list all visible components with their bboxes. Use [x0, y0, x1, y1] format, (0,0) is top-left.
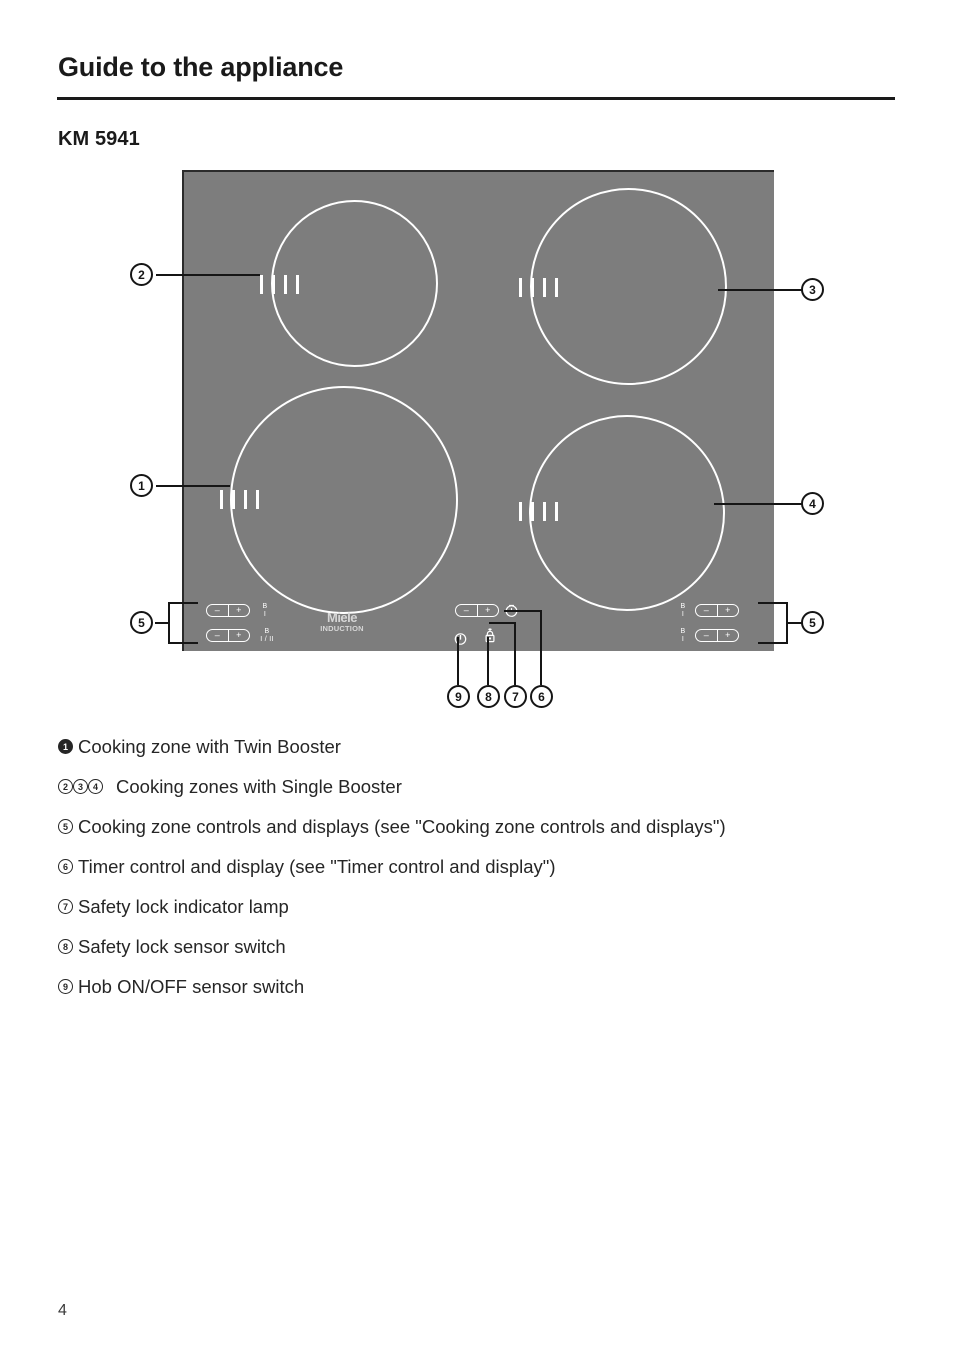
leader-line-4 — [714, 503, 802, 505]
leader-line-6-h — [504, 610, 542, 612]
right-zone-upper-plus[interactable]: + — [716, 605, 739, 616]
legend-mark-4: 4 — [88, 779, 103, 794]
legend-item-9: 9 Hob ON/OFF sensor switch — [58, 975, 918, 1015]
legend-marks-8: 8 — [58, 935, 73, 954]
legend-item-6: 6 Timer control and display (see "Timer … — [58, 855, 918, 895]
hob-surface: – + B I – + B I / II Miele INDUCTION – + — [182, 170, 774, 651]
leader-line-5-right — [786, 622, 802, 624]
legend-mark-1: 1 — [58, 739, 73, 754]
legend-marks-2: 2 3 4 — [58, 775, 103, 794]
leader-line-7-h — [489, 622, 516, 624]
callout-5-left: 5 — [130, 611, 153, 634]
legend-mark-8: 8 — [58, 939, 73, 954]
timer-plus[interactable]: + — [476, 605, 499, 616]
cooking-zone-top-right — [530, 188, 727, 385]
left-zone-lower-plus[interactable]: + — [227, 630, 250, 641]
timer-minus[interactable]: – — [456, 605, 477, 616]
bracket-right-zone-controls — [758, 602, 788, 644]
legend-marks-9: 9 — [58, 975, 73, 994]
leader-line-6-v — [540, 610, 542, 685]
legend-item-7: 7 Safety lock indicator lamp — [58, 895, 918, 935]
leader-line-9 — [457, 637, 459, 685]
leader-line-8 — [487, 637, 489, 685]
legend-mark-2: 2 — [58, 779, 73, 794]
legend-text-5: Cooking zone controls and displays (see … — [78, 816, 726, 837]
safety-lock-icon[interactable] — [483, 627, 497, 650]
right-zone-lower-minus[interactable]: – — [696, 630, 717, 641]
legend-text-9: Hob ON/OFF sensor switch — [78, 976, 305, 997]
callout-4: 4 — [801, 492, 824, 515]
callout-2: 2 — [130, 263, 153, 286]
legend-marks-5: 5 — [58, 815, 73, 834]
legend-marks-6: 6 — [58, 855, 73, 874]
right-zone-upper-minus[interactable]: – — [696, 605, 717, 616]
callout-6: 6 — [530, 685, 553, 708]
page-number: 4 — [58, 1302, 67, 1319]
legend-text-7: Safety lock indicator lamp — [78, 896, 289, 917]
appliance-diagram: – + B I – + B I / II Miele INDUCTION – + — [0, 0, 954, 730]
right-zone-lower-plus[interactable]: + — [716, 630, 739, 641]
right-zone-slider-lower[interactable]: – + — [695, 629, 739, 642]
legend-marks-7: 7 — [58, 895, 73, 914]
legend-mark-9: 9 — [58, 979, 73, 994]
legend-item-1: 1 Cooking zone with Twin Booster — [58, 735, 918, 775]
left-zone-lower-booster-label: B I / II — [260, 628, 274, 643]
brand-name: Miele — [326, 610, 358, 625]
legend-text-1: Cooking zone with Twin Booster — [78, 736, 341, 757]
timer-clock-icon[interactable] — [504, 603, 519, 623]
legend-item-2: 2 3 4 Cooking zones with Single Booster — [58, 775, 918, 815]
right-zone-upper-booster-label: B I — [680, 603, 686, 618]
left-zone-slider-lower[interactable]: – + — [206, 629, 250, 642]
leader-line-7-v — [514, 622, 516, 685]
callout-5-right: 5 — [801, 611, 824, 634]
cooking-zone-top-left-ticks — [260, 275, 299, 294]
miele-induction-logo: Miele INDUCTION — [307, 610, 377, 633]
leader-line-1 — [156, 485, 230, 487]
legend-text-8: Safety lock sensor switch — [78, 936, 286, 957]
timer-slider[interactable]: – + — [455, 604, 499, 617]
legend-marks-1: 1 — [58, 735, 73, 754]
brand-subtitle: INDUCTION — [320, 624, 364, 633]
callout-9: 9 — [447, 685, 470, 708]
left-zone-lower-minus[interactable]: – — [207, 630, 228, 641]
cooking-zone-bottom-right-ticks — [519, 502, 558, 521]
leader-line-2 — [156, 274, 260, 276]
cooking-zone-bottom-right — [529, 415, 725, 611]
legend-text-6: Timer control and display (see "Timer co… — [78, 856, 556, 877]
left-zone-slider-upper[interactable]: – + — [206, 604, 250, 617]
leader-line-3 — [718, 289, 802, 291]
left-zone-upper-booster-label: B I — [262, 603, 268, 618]
bracket-left-zone-controls — [168, 602, 198, 644]
left-zone-upper-minus[interactable]: – — [207, 605, 228, 616]
cooking-zone-bottom-left-ticks — [220, 490, 259, 509]
legend-mark-3: 3 — [73, 779, 88, 794]
callout-3: 3 — [801, 278, 824, 301]
callout-7: 7 — [504, 685, 527, 708]
manual-page: Guide to the appliance KM 5941 – + B I –… — [0, 0, 954, 1352]
legend-mark-6: 6 — [58, 859, 73, 874]
right-zone-slider-upper[interactable]: – + — [695, 604, 739, 617]
legend-mark-7: 7 — [58, 899, 73, 914]
left-zone-upper-plus[interactable]: + — [227, 605, 250, 616]
power-onoff-icon[interactable] — [454, 632, 467, 651]
legend-item-8: 8 Safety lock sensor switch — [58, 935, 918, 975]
callout-1: 1 — [130, 474, 153, 497]
legend-mark-5: 5 — [58, 819, 73, 834]
legend-item-5: 5 Cooking zone controls and displays (se… — [58, 815, 918, 855]
right-zone-lower-booster-label: B I — [680, 628, 686, 643]
cooking-zone-top-right-ticks — [519, 278, 558, 297]
legend-list: 1 Cooking zone with Twin Booster 2 3 4 C… — [58, 735, 918, 1015]
cooking-zone-bottom-left — [230, 386, 458, 614]
callout-8: 8 — [477, 685, 500, 708]
legend-text-2: Cooking zones with Single Booster — [116, 776, 402, 797]
